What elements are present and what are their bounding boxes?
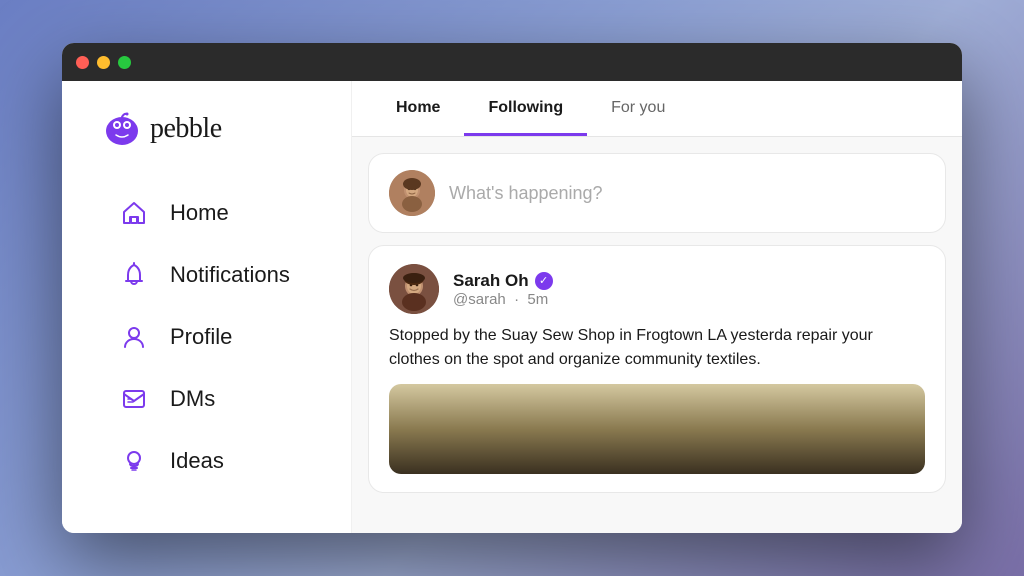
sidebar-item-dms[interactable]: DMs — [102, 371, 327, 427]
minimize-button[interactable] — [97, 56, 110, 69]
post-meta: Sarah Oh ✓ @sarah · 5m — [453, 264, 553, 314]
sidebar-item-dms-label: DMs — [170, 386, 215, 412]
tab-for-you[interactable]: For you — [587, 83, 689, 136]
sidebar: pebble Home — [62, 81, 352, 533]
post-author-avatar — [389, 264, 439, 314]
sidebar-item-ideas-label: Ideas — [170, 448, 224, 474]
mac-window: pebble Home — [62, 43, 962, 533]
compose-box: What's happening? — [368, 153, 946, 233]
title-bar — [62, 43, 962, 81]
post-image — [389, 384, 925, 474]
fullscreen-button[interactable] — [118, 56, 131, 69]
main-content: Home Following For you — [352, 81, 962, 533]
nav-items: Home Notifications — [102, 185, 327, 489]
profile-icon — [118, 321, 150, 353]
bell-icon — [118, 259, 150, 291]
logo-area: pebble — [102, 109, 327, 149]
sidebar-item-home[interactable]: Home — [102, 185, 327, 241]
verified-badge: ✓ — [535, 272, 553, 290]
dm-icon — [118, 383, 150, 415]
post-text: Stopped by the Suay Sew Shop in Frogtown… — [389, 324, 925, 372]
compose-placeholder[interactable]: What's happening? — [449, 183, 603, 204]
sidebar-item-notifications[interactable]: Notifications — [102, 247, 327, 303]
sidebar-item-ideas[interactable]: Ideas — [102, 433, 327, 489]
feed-area: What's happening? — [352, 137, 962, 533]
tab-home[interactable]: Home — [372, 83, 464, 136]
post-name-row: Sarah Oh ✓ — [453, 271, 553, 291]
close-button[interactable] — [76, 56, 89, 69]
tabs-bar: Home Following For you — [352, 81, 962, 137]
post-author-name: Sarah Oh — [453, 271, 529, 291]
home-icon — [118, 197, 150, 229]
sidebar-item-home-label: Home — [170, 200, 229, 226]
window-content: pebble Home — [62, 81, 962, 533]
post-header: Sarah Oh ✓ @sarah · 5m — [389, 264, 925, 314]
compose-avatar — [389, 170, 435, 216]
ideas-icon — [118, 445, 150, 477]
post-handle: @sarah · 5m — [453, 291, 553, 308]
logo-text: pebble — [150, 113, 222, 145]
post-item: Sarah Oh ✓ @sarah · 5m Stopped by the Su… — [368, 245, 946, 493]
sidebar-item-profile[interactable]: Profile — [102, 309, 327, 365]
sidebar-item-profile-label: Profile — [170, 324, 232, 350]
pebble-logo-icon — [102, 109, 142, 149]
tab-following[interactable]: Following — [464, 83, 587, 136]
sidebar-item-notifications-label: Notifications — [170, 262, 290, 288]
